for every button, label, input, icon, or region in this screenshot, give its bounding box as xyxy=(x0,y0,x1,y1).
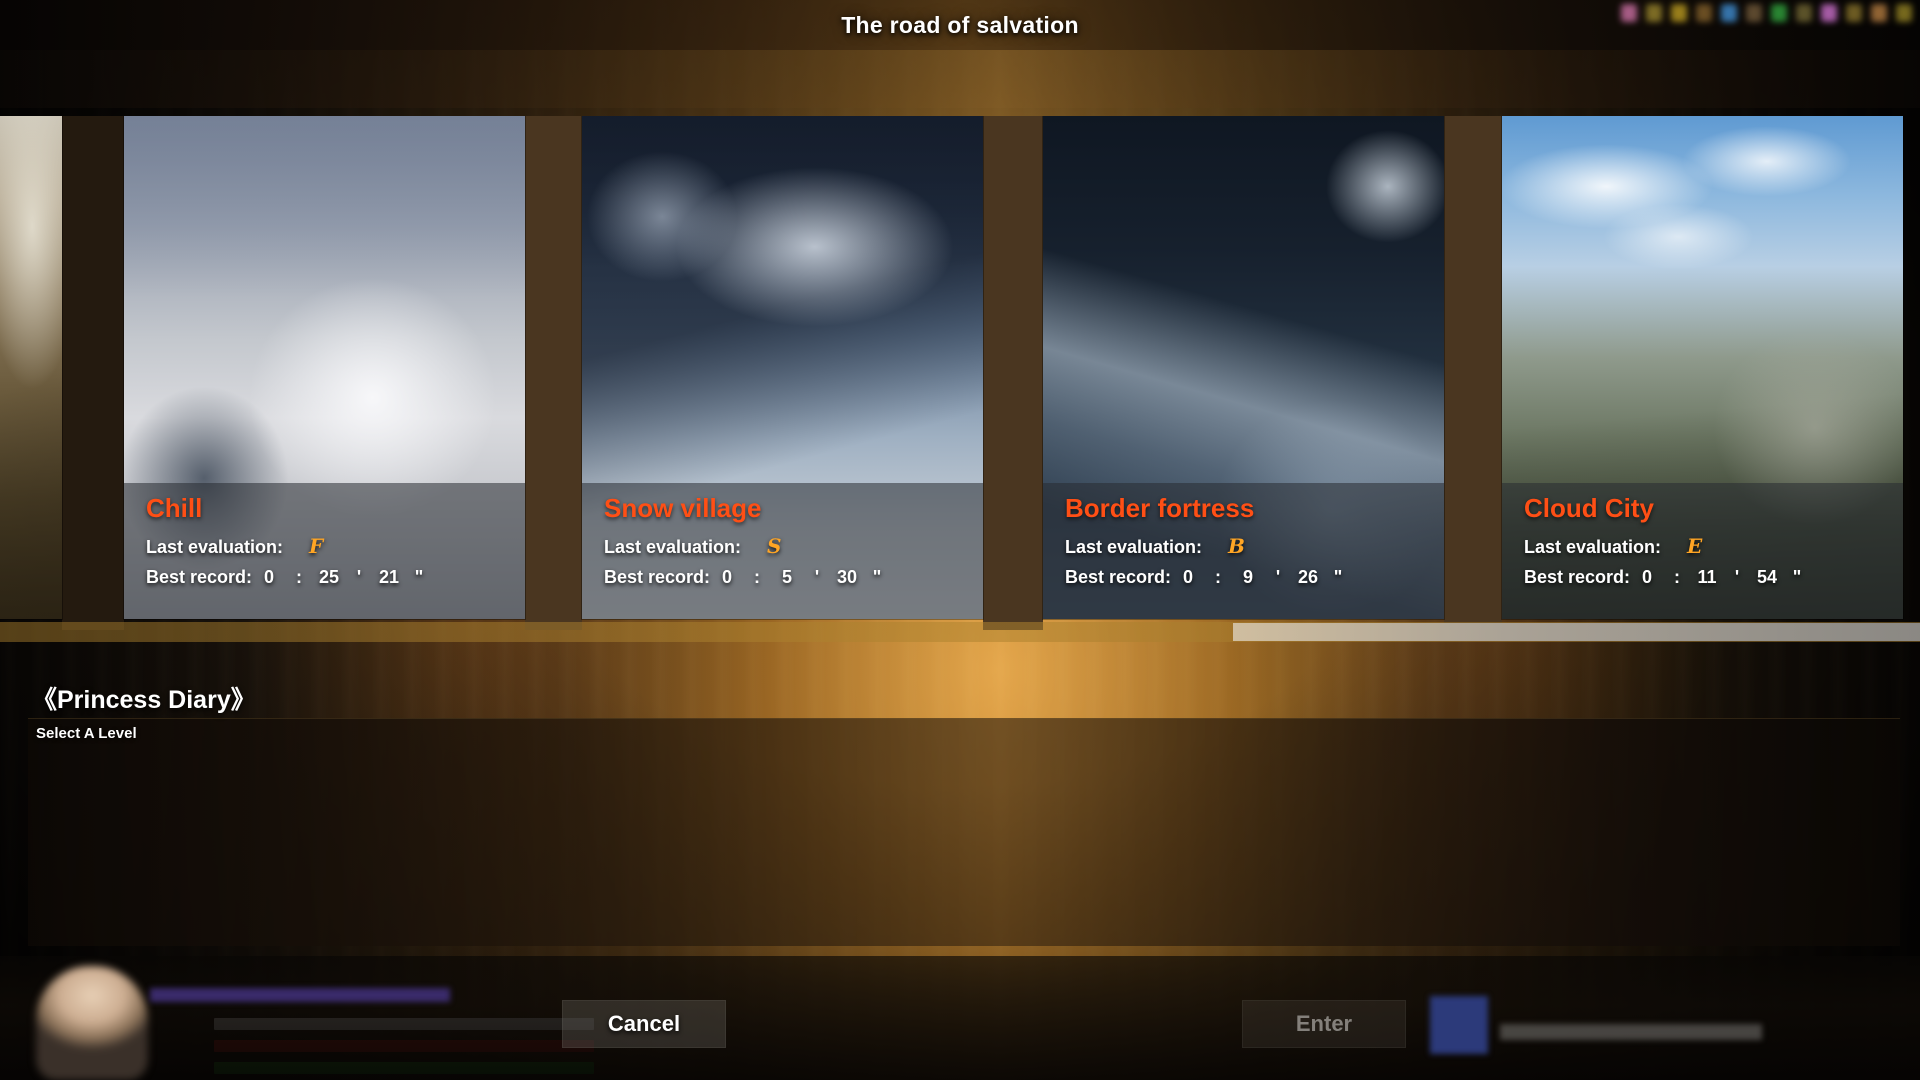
record-seconds: 26 xyxy=(1298,567,1319,587)
level-card[interactable] xyxy=(0,116,62,619)
record-hours: 0 xyxy=(722,567,733,587)
level-name: Chill xyxy=(146,493,203,523)
last-evaluation-label: Last evaluation: xyxy=(604,537,742,557)
record-minutes: 9 xyxy=(1243,567,1254,587)
best-record-time: 0:25 ' 21 " xyxy=(252,567,432,588)
level-card-info: Chill Last evaluation: F Best record: 0:25 ' 2… xyxy=(124,483,525,619)
record-separator-colon: : xyxy=(1215,567,1222,587)
status-icon-8 xyxy=(1796,4,1812,22)
status-icon-tray xyxy=(1621,4,1912,22)
record-minutes: 11 xyxy=(1697,567,1717,587)
description-subtitle: Select A Level xyxy=(36,725,137,742)
status-icon-7 xyxy=(1771,4,1787,22)
record-separator-colon: : xyxy=(754,567,761,587)
window-title-bar: The road of salvation xyxy=(0,0,1920,50)
last-evaluation-row: Last evaluation: B xyxy=(1065,534,1422,558)
best-record-row: Best record: 0: 9 ' 26 " xyxy=(1065,567,1422,588)
best-record-label: Best record: xyxy=(1524,567,1631,587)
level-name: Snow village xyxy=(604,493,762,523)
record-seconds: 30 xyxy=(837,567,858,587)
status-icon-1 xyxy=(1621,4,1637,22)
player-hud xyxy=(0,956,620,1080)
best-record-time: 0:11 ' 54 " xyxy=(1630,567,1810,588)
status-icon-11 xyxy=(1871,4,1887,22)
status-icon-4 xyxy=(1696,4,1712,22)
carousel-scrollbar-thumb[interactable] xyxy=(1232,623,1920,641)
record-minutes: 5 xyxy=(782,567,793,587)
best-record-row: Best record: 0:11 ' 54 " xyxy=(1524,567,1881,588)
evaluation-grade: B xyxy=(1228,534,1245,558)
record-separator-minute: ' xyxy=(1734,567,1740,587)
evaluation-grade: F xyxy=(309,534,324,558)
avatar xyxy=(36,966,148,1080)
record-hours: 0 xyxy=(1183,567,1194,587)
best-record-label: Best record: xyxy=(146,567,253,587)
level-card[interactable]: Border fortress Last evaluation: B Best rec… xyxy=(1043,116,1444,619)
last-evaluation-label: Last evaluation: xyxy=(1524,537,1662,557)
level-card-info: Cloud City Last evaluation: E Best record: 0… xyxy=(1502,483,1903,619)
level-card[interactable]: Chill Last evaluation: F Best record: 0:25 ' 2… xyxy=(124,116,525,619)
record-minutes: 25 xyxy=(319,567,340,587)
record-separator-minute: ' xyxy=(1275,567,1281,587)
experience-bar xyxy=(150,988,450,1002)
status-icon-9 xyxy=(1821,4,1837,22)
best-record-row: Best record: 0: 5 ' 30 " xyxy=(604,567,961,588)
best-record-label: Best record: xyxy=(604,567,711,587)
quickbar-slots xyxy=(1500,1024,1762,1040)
header-band xyxy=(0,50,1920,108)
best-record-time: 0: 9 ' 26 " xyxy=(1171,567,1351,588)
status-icon-12 xyxy=(1896,4,1912,22)
meadow-ruins-thumbnail xyxy=(0,116,62,619)
enter-button[interactable]: Enter xyxy=(1242,1000,1406,1048)
level-name: Border fortress xyxy=(1065,493,1255,523)
record-separator-minute: ' xyxy=(814,567,820,587)
last-evaluation-row: Last evaluation: F xyxy=(146,534,503,558)
record-separator-colon: : xyxy=(296,567,303,587)
evaluation-grade: E xyxy=(1687,534,1703,558)
level-card[interactable]: Cloud City Last evaluation: E Best record: 0… xyxy=(1502,116,1903,619)
level-card-info: Snow village Last evaluation: S Best record… xyxy=(582,483,983,619)
status-icon-10 xyxy=(1846,4,1862,22)
best-record-label: Best record: xyxy=(1065,567,1172,587)
record-separator-second: " xyxy=(1792,567,1802,587)
status-icon-5 xyxy=(1721,4,1737,22)
record-hours: 0 xyxy=(264,567,275,587)
carousel-gutter xyxy=(983,116,1043,630)
level-card[interactable]: Snow village Last evaluation: S Best record… xyxy=(582,116,983,619)
cancel-button[interactable]: Cancel xyxy=(562,1000,726,1048)
record-separator-second: " xyxy=(414,567,424,587)
status-icon-3 xyxy=(1671,4,1687,22)
level-carousel[interactable]: Chill Last evaluation: F Best record: 0:25 ' 2… xyxy=(0,116,1920,630)
record-separator-second: " xyxy=(872,567,882,587)
level-carousel-track[interactable]: Chill Last evaluation: F Best record: 0:25 ' 2… xyxy=(0,116,1903,630)
equipment-slot-icon xyxy=(1430,996,1488,1054)
best-record-row: Best record: 0:25 ' 21 " xyxy=(146,567,503,588)
last-evaluation-label: Last evaluation: xyxy=(146,537,284,557)
last-evaluation-row: Last evaluation: E xyxy=(1524,534,1881,558)
status-icon-2 xyxy=(1646,4,1662,22)
record-separator-second: " xyxy=(1333,567,1343,587)
last-evaluation-row: Last evaluation: S xyxy=(604,534,961,558)
record-seconds: 21 xyxy=(379,567,400,587)
carousel-gutter xyxy=(1444,116,1502,630)
record-separator-colon: : xyxy=(1674,567,1681,587)
record-hours: 0 xyxy=(1642,567,1653,587)
level-name: Cloud City xyxy=(1524,493,1654,523)
best-record-time: 0: 5 ' 30 " xyxy=(710,567,890,588)
record-seconds: 54 xyxy=(1757,567,1778,587)
page-title: The road of salvation xyxy=(841,11,1079,38)
carousel-scrollbar-track[interactable] xyxy=(0,622,1920,642)
status-icon-6 xyxy=(1746,4,1762,22)
level-description-panel: Select A Level xyxy=(28,718,1900,946)
level-card-info: Border fortress Last evaluation: B Best rec… xyxy=(1043,483,1444,619)
evaluation-grade: S xyxy=(767,534,782,558)
record-separator-minute: ' xyxy=(356,567,362,587)
carousel-gutter xyxy=(62,116,124,630)
chapter-title: 《Princess Diary》 xyxy=(32,686,256,714)
carousel-gutter xyxy=(525,116,582,630)
last-evaluation-label: Last evaluation: xyxy=(1065,537,1203,557)
